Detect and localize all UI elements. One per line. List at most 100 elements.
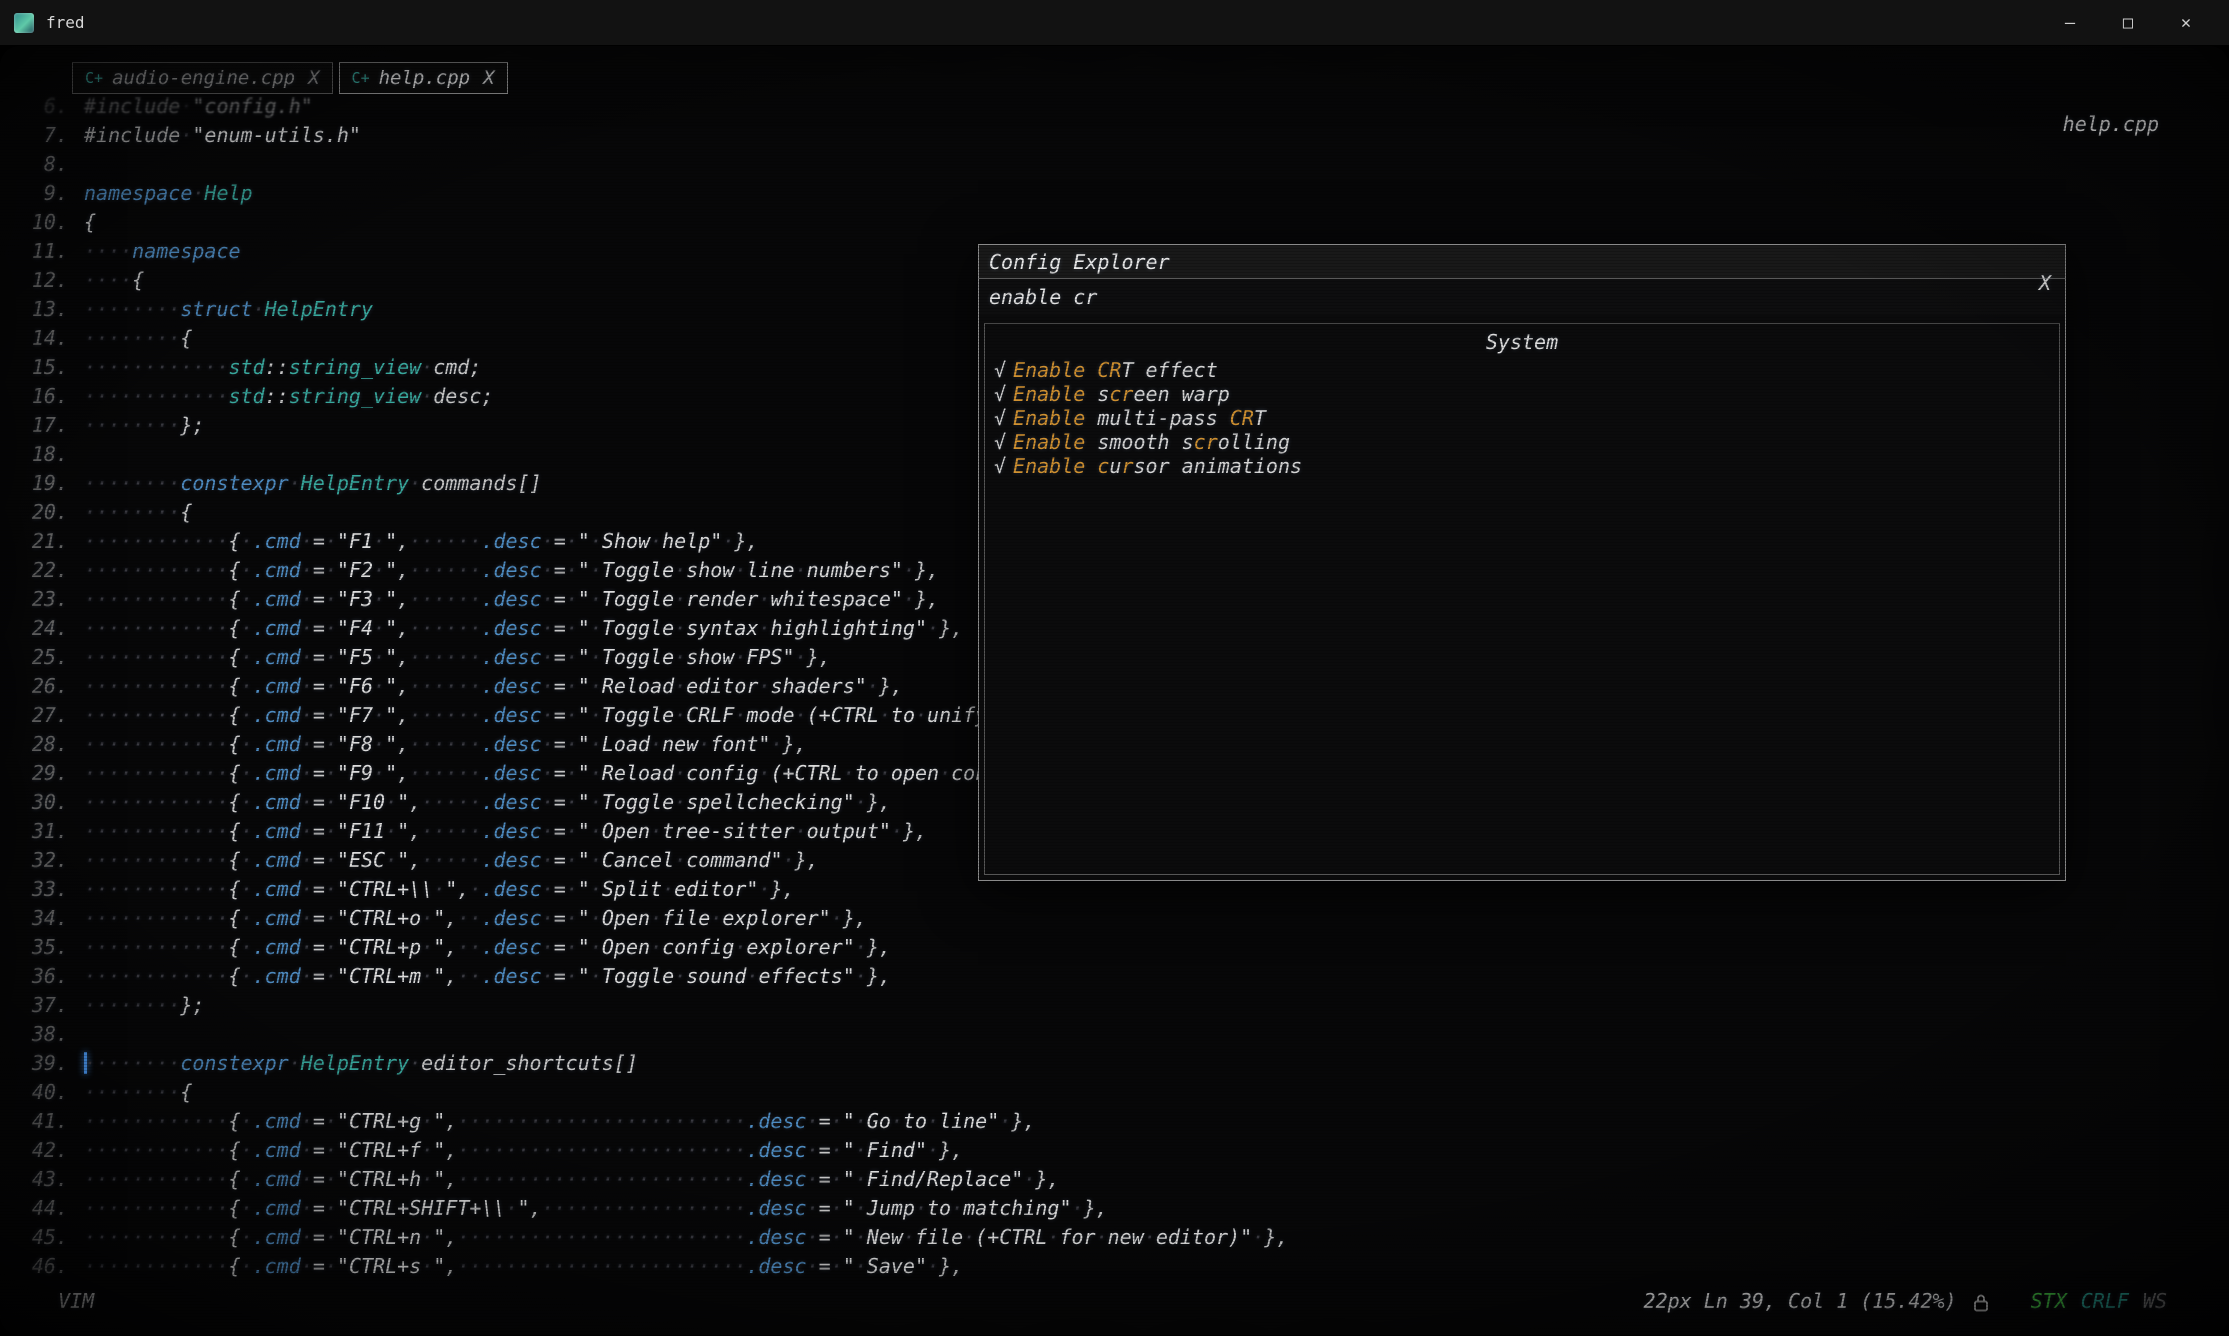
app-icon [14,13,34,33]
line-number: 32. [26,846,84,875]
line-number: 24. [26,614,84,643]
line-number: 39. [26,1049,84,1078]
status-flag-crlf: CRLF [2081,1289,2129,1313]
config-option[interactable]: √Enable cursor animations [985,454,2059,478]
config-option[interactable]: √Enable multi-pass CRT [985,406,2059,430]
popup-close-button[interactable]: X [2039,271,2051,295]
code-line-7[interactable]: 7.#include·"enum-utils.h" [26,121,2229,150]
line-number: 11. [26,237,84,266]
tab-close-icon[interactable]: X [308,67,319,89]
code-line-44[interactable]: 44.············{·.cmd·=·"CTRL+SHIFT+\\·"… [26,1194,2229,1223]
config-search-input[interactable]: enable cr [979,279,2065,315]
line-number: 42. [26,1136,84,1165]
window-title: fred [46,13,85,32]
status-flag-stx: STX [2031,1289,2067,1313]
line-number: 13. [26,295,84,324]
line-number: 23. [26,585,84,614]
status-flag-ws: WS [2143,1289,2167,1313]
checkbox-checked-icon[interactable]: √ [994,382,1006,406]
tab-bar: C+ audio-engine.cpp X C+ help.cpp X [72,62,508,94]
checkbox-checked-icon[interactable]: √ [994,406,1006,430]
code-line-45[interactable]: 45.············{·.cmd·=·"CTRL+n·",······… [26,1223,2229,1252]
code-line-38[interactable]: 38. [26,1020,2229,1049]
line-number: 18. [26,440,84,469]
line-number: 38. [26,1020,84,1049]
line-number: 37. [26,991,84,1020]
line-number: 9. [26,179,84,208]
config-options-list: √Enable CRT effect√Enable screen warp√En… [985,358,2059,478]
line-number: 12. [26,266,84,295]
file-flags: STX CRLF WS [2031,1289,2167,1313]
line-number: 28. [26,730,84,759]
line-number: 14. [26,324,84,353]
line-number: 8. [26,150,84,179]
line-number: 22. [26,556,84,585]
titlebar: fred — □ ✕ [0,0,2229,46]
tab-close-icon[interactable]: X [483,67,494,89]
line-number: 10. [26,208,84,237]
checkbox-checked-icon[interactable]: √ [994,430,1006,454]
line-number: 43. [26,1165,84,1194]
line-number: 35. [26,933,84,962]
code-line-9[interactable]: 9.namespace·Help [26,179,2229,208]
config-options-panel: System √Enable CRT effect√Enable screen … [984,323,2060,875]
tab-audio-engine-cpp[interactable]: C+ audio-engine.cpp X [72,62,333,94]
code-line-42[interactable]: 42.············{·.cmd·=·"CTRL+f·",······… [26,1136,2229,1165]
line-number: 16. [26,382,84,411]
line-number: 21. [26,527,84,556]
line-number: 34. [26,904,84,933]
config-explorer-popup: Config Explorer X enable cr System √Enab… [978,244,2066,881]
code-line-35[interactable]: 35.············{·.cmd·=·"CTRL+p·",··.des… [26,933,2229,962]
line-number: 31. [26,817,84,846]
section-header-system: System [985,330,2059,354]
line-number: 45. [26,1223,84,1252]
config-option[interactable]: √Enable screen warp [985,382,2059,406]
minimize-button[interactable]: — [2041,13,2099,33]
line-number: 41. [26,1107,84,1136]
line-number: 26. [26,672,84,701]
line-number: 17. [26,411,84,440]
lock-icon [1973,1293,1989,1312]
editor-screen: 6.#include·"config.h"7.#include·"enum-ut… [0,46,2229,1335]
maximize-button[interactable]: □ [2099,13,2157,33]
tab-label: audio-engine.cpp [112,67,295,89]
code-line-10[interactable]: 10.{ [26,208,2229,237]
line-number: 46. [26,1252,84,1281]
code-line-6[interactable]: 6.#include·"config.h" [26,92,2229,121]
cursor-position-info: 22px Ln 39, Col 1 (15.42%) [1644,1289,1957,1313]
checkbox-checked-icon[interactable]: √ [994,454,1006,478]
config-option[interactable]: √Enable smooth scrolling [985,430,2059,454]
line-number: 29. [26,759,84,788]
vim-mode-indicator: VIM [58,1289,94,1313]
code-line-41[interactable]: 41.············{·.cmd·=·"CTRL+g·",······… [26,1107,2229,1136]
popup-title: Config Explorer [979,245,2065,279]
cpp-file-icon: C+ [85,69,103,87]
line-number: 19. [26,469,84,498]
code-line-43[interactable]: 43.············{·.cmd·=·"CTRL+h·",······… [26,1165,2229,1194]
line-number: 44. [26,1194,84,1223]
line-number: 20. [26,498,84,527]
code-line-40[interactable]: 40.········{ [26,1078,2229,1107]
line-number: 36. [26,962,84,991]
cpp-file-icon: C+ [352,69,370,87]
status-bar: VIM 22px Ln 39, Col 1 (15.42%) STX CRLF WS [58,1289,2167,1313]
line-number: 40. [26,1078,84,1107]
config-option[interactable]: √Enable CRT effect [985,358,2059,382]
close-button[interactable]: ✕ [2157,13,2215,33]
line-number: 25. [26,643,84,672]
window-controls: — □ ✕ [2041,13,2215,33]
code-line-37[interactable]: 37.········}; [26,991,2229,1020]
line-number: 7. [26,121,84,150]
line-number: 30. [26,788,84,817]
tab-label: help.cpp [379,67,471,89]
buffer-filename-badge: help.cpp [2063,112,2159,136]
code-line-46[interactable]: 46.············{·.cmd·=·"CTRL+s·",······… [26,1252,2229,1281]
tab-help-cpp[interactable]: C+ help.cpp X [339,62,508,94]
checkbox-checked-icon[interactable]: √ [994,358,1006,382]
code-line-39[interactable]: 39.········constexpr·HelpEntry·editor_sh… [26,1049,2229,1078]
line-number: 6. [26,92,84,121]
line-number: 27. [26,701,84,730]
code-line-34[interactable]: 34.············{·.cmd·=·"CTRL+o·",··.des… [26,904,2229,933]
code-line-8[interactable]: 8. [26,150,2229,179]
code-line-36[interactable]: 36.············{·.cmd·=·"CTRL+m·",··.des… [26,962,2229,991]
